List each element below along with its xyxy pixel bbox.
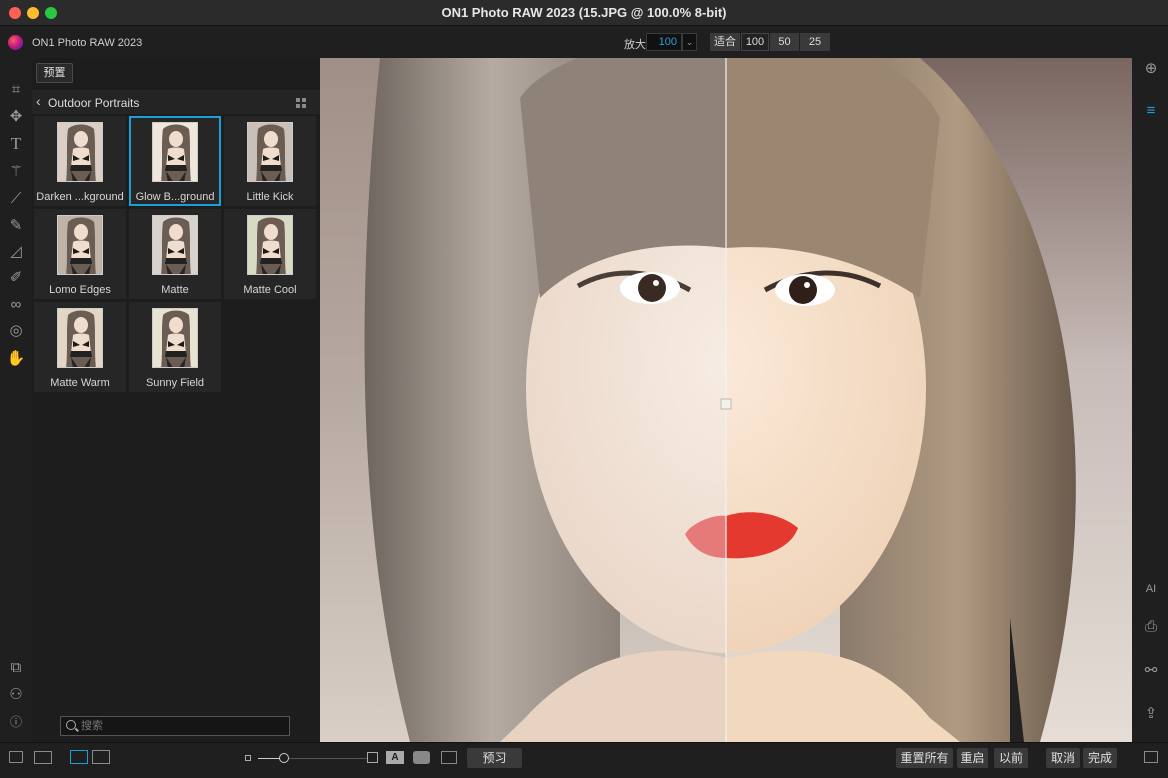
presets-panel: 预置 ‹ Outdoor Portraits Darken ...kground…: [32, 58, 320, 742]
grid-view-icon[interactable]: [296, 98, 306, 108]
back-chevron-icon[interactable]: ‹: [36, 93, 41, 109]
window-titlebar: ON1 Photo RAW 2023 (15.JPG @ 100.0% 8-bi…: [0, 0, 1168, 26]
layers-icon[interactable]: ⧉: [6, 658, 26, 678]
photo-preview: [320, 58, 1132, 742]
window-title: ON1 Photo RAW 2023 (15.JPG @ 100.0% 8-bi…: [441, 5, 727, 20]
help-icon[interactable]: ⓘ: [6, 712, 26, 732]
ai-resize-icon[interactable]: AI: [1140, 578, 1162, 600]
single-view-icon[interactable]: [70, 750, 88, 764]
fingerprint-icon[interactable]: ◎: [6, 321, 26, 341]
app-name: ON1 Photo RAW 2023: [32, 37, 143, 49]
share-icon[interactable]: ⚯: [1140, 660, 1162, 682]
preset-thumbnail: [152, 308, 198, 368]
preset-thumbnail: [57, 122, 103, 182]
adjustment-brush-icon[interactable]: ✎: [6, 216, 26, 236]
split-handle[interactable]: [720, 398, 732, 410]
filmstrip-icon[interactable]: [34, 751, 52, 764]
zoom-100-button[interactable]: 100: [741, 33, 769, 51]
zoom-25-button[interactable]: 25: [800, 33, 830, 51]
mask-view-icon[interactable]: [367, 752, 378, 763]
preset-label: Glow B...ground: [135, 191, 215, 203]
preset-tile[interactable]: Matte: [129, 209, 221, 299]
zoom-50-button[interactable]: 50: [770, 33, 799, 51]
zoom-dropdown-chevron-icon[interactable]: ⌄: [682, 33, 697, 51]
bottom-bar: A 预习 重置所有 重启 以前 取消 完成: [0, 742, 1168, 778]
preset-tile[interactable]: Glow B...ground: [129, 116, 221, 206]
category-header: ‹ Outdoor Portraits: [32, 90, 320, 114]
print-icon[interactable]: ⎙: [1140, 616, 1162, 638]
search-icon: [66, 720, 76, 730]
browse-magnifier-icon[interactable]: ⊕: [1140, 58, 1162, 80]
preset-label: Matte Cool: [243, 284, 297, 296]
preset-label: Little Kick: [246, 191, 294, 203]
develop-sliders-icon[interactable]: ≡: [1140, 100, 1162, 122]
text-overlay-icon[interactable]: A: [386, 751, 404, 764]
text-tool-icon[interactable]: T: [6, 134, 26, 154]
right-panel-toggle-icon[interactable]: [1144, 751, 1158, 763]
preset-tile[interactable]: Little Kick: [224, 116, 316, 206]
zoom-fit-button[interactable]: 适合: [710, 33, 740, 51]
app-logo-icon: [8, 35, 23, 50]
masking-brush-icon[interactable]: ⟋: [6, 189, 26, 209]
panel-toggle-icon[interactable]: [9, 751, 23, 763]
image-canvas[interactable]: [320, 58, 1132, 742]
cancel-button[interactable]: 取消: [1046, 748, 1080, 768]
right-tool-strip: ⊕ ≡ AI ⎙ ⚯ ⇪: [1132, 58, 1168, 742]
zoom-level-input[interactable]: 100: [646, 33, 682, 51]
slider-handle[interactable]: [279, 753, 289, 763]
preset-tile[interactable]: Lomo Edges: [34, 209, 126, 299]
slider-fill: [258, 758, 280, 759]
preset-tile[interactable]: Sunny Field: [129, 302, 221, 392]
preset-label: Matte Warm: [50, 377, 110, 389]
people-icon[interactable]: ⚇: [6, 685, 26, 705]
done-button[interactable]: 完成: [1083, 748, 1117, 768]
preset-label: Sunny Field: [145, 377, 205, 389]
before-button[interactable]: 以前: [994, 748, 1028, 768]
export-icon[interactable]: ⇪: [1140, 703, 1162, 725]
crop-icon[interactable]: ⌗: [6, 80, 26, 100]
preset-thumbnail: [247, 122, 293, 182]
clone-stamp-icon[interactable]: ∞: [6, 295, 26, 315]
gradient-icon[interactable]: ◿: [6, 242, 26, 262]
category-title[interactable]: Outdoor Portraits: [48, 96, 139, 110]
zoom-min-icon: [245, 755, 251, 761]
search-input[interactable]: [79, 717, 284, 735]
preset-tile[interactable]: Matte Cool: [224, 209, 316, 299]
top-toolbar: ON1 Photo RAW 2023 放大 100 ⌄ 适合 100 50 25: [0, 26, 1168, 58]
preset-label: Darken ...kground: [36, 191, 124, 203]
preset-thumbnail: [57, 308, 103, 368]
histogram-icon[interactable]: [441, 751, 457, 764]
compare-view-icon[interactable]: [92, 750, 110, 764]
refine-brush-icon[interactable]: ✐: [6, 268, 26, 288]
preset-thumbnail: [247, 215, 293, 275]
preset-tile[interactable]: Darken ...kground: [34, 116, 126, 206]
preset-thumbnail: [57, 215, 103, 275]
preset-tile[interactable]: Matte Warm: [34, 302, 126, 392]
presets-tab[interactable]: 预置: [36, 63, 73, 83]
search-box[interactable]: [60, 716, 290, 736]
preset-label: Lomo Edges: [49, 284, 111, 296]
view-hand-icon[interactable]: ✋: [6, 349, 26, 369]
zoom-label: 放大: [624, 39, 646, 51]
preset-thumbnail: [152, 215, 198, 275]
reset-button[interactable]: 重启: [957, 748, 988, 768]
left-tool-strip: ⌗ ✥ T ⚚ ⟋ ✎ ◿ ✐ ∞ ◎ ✋ ⧉ ⚇ ⓘ: [0, 58, 32, 742]
preset-thumbnail: [152, 122, 198, 182]
circle-mask-icon[interactable]: [413, 751, 430, 764]
magic-wand-icon[interactable]: ⚚: [6, 162, 26, 182]
reset-all-button[interactable]: 重置所有: [896, 748, 953, 768]
preview-button[interactable]: 预习: [467, 748, 522, 768]
preset-label: Matte: [161, 284, 189, 296]
move-icon[interactable]: ✥: [6, 107, 26, 127]
